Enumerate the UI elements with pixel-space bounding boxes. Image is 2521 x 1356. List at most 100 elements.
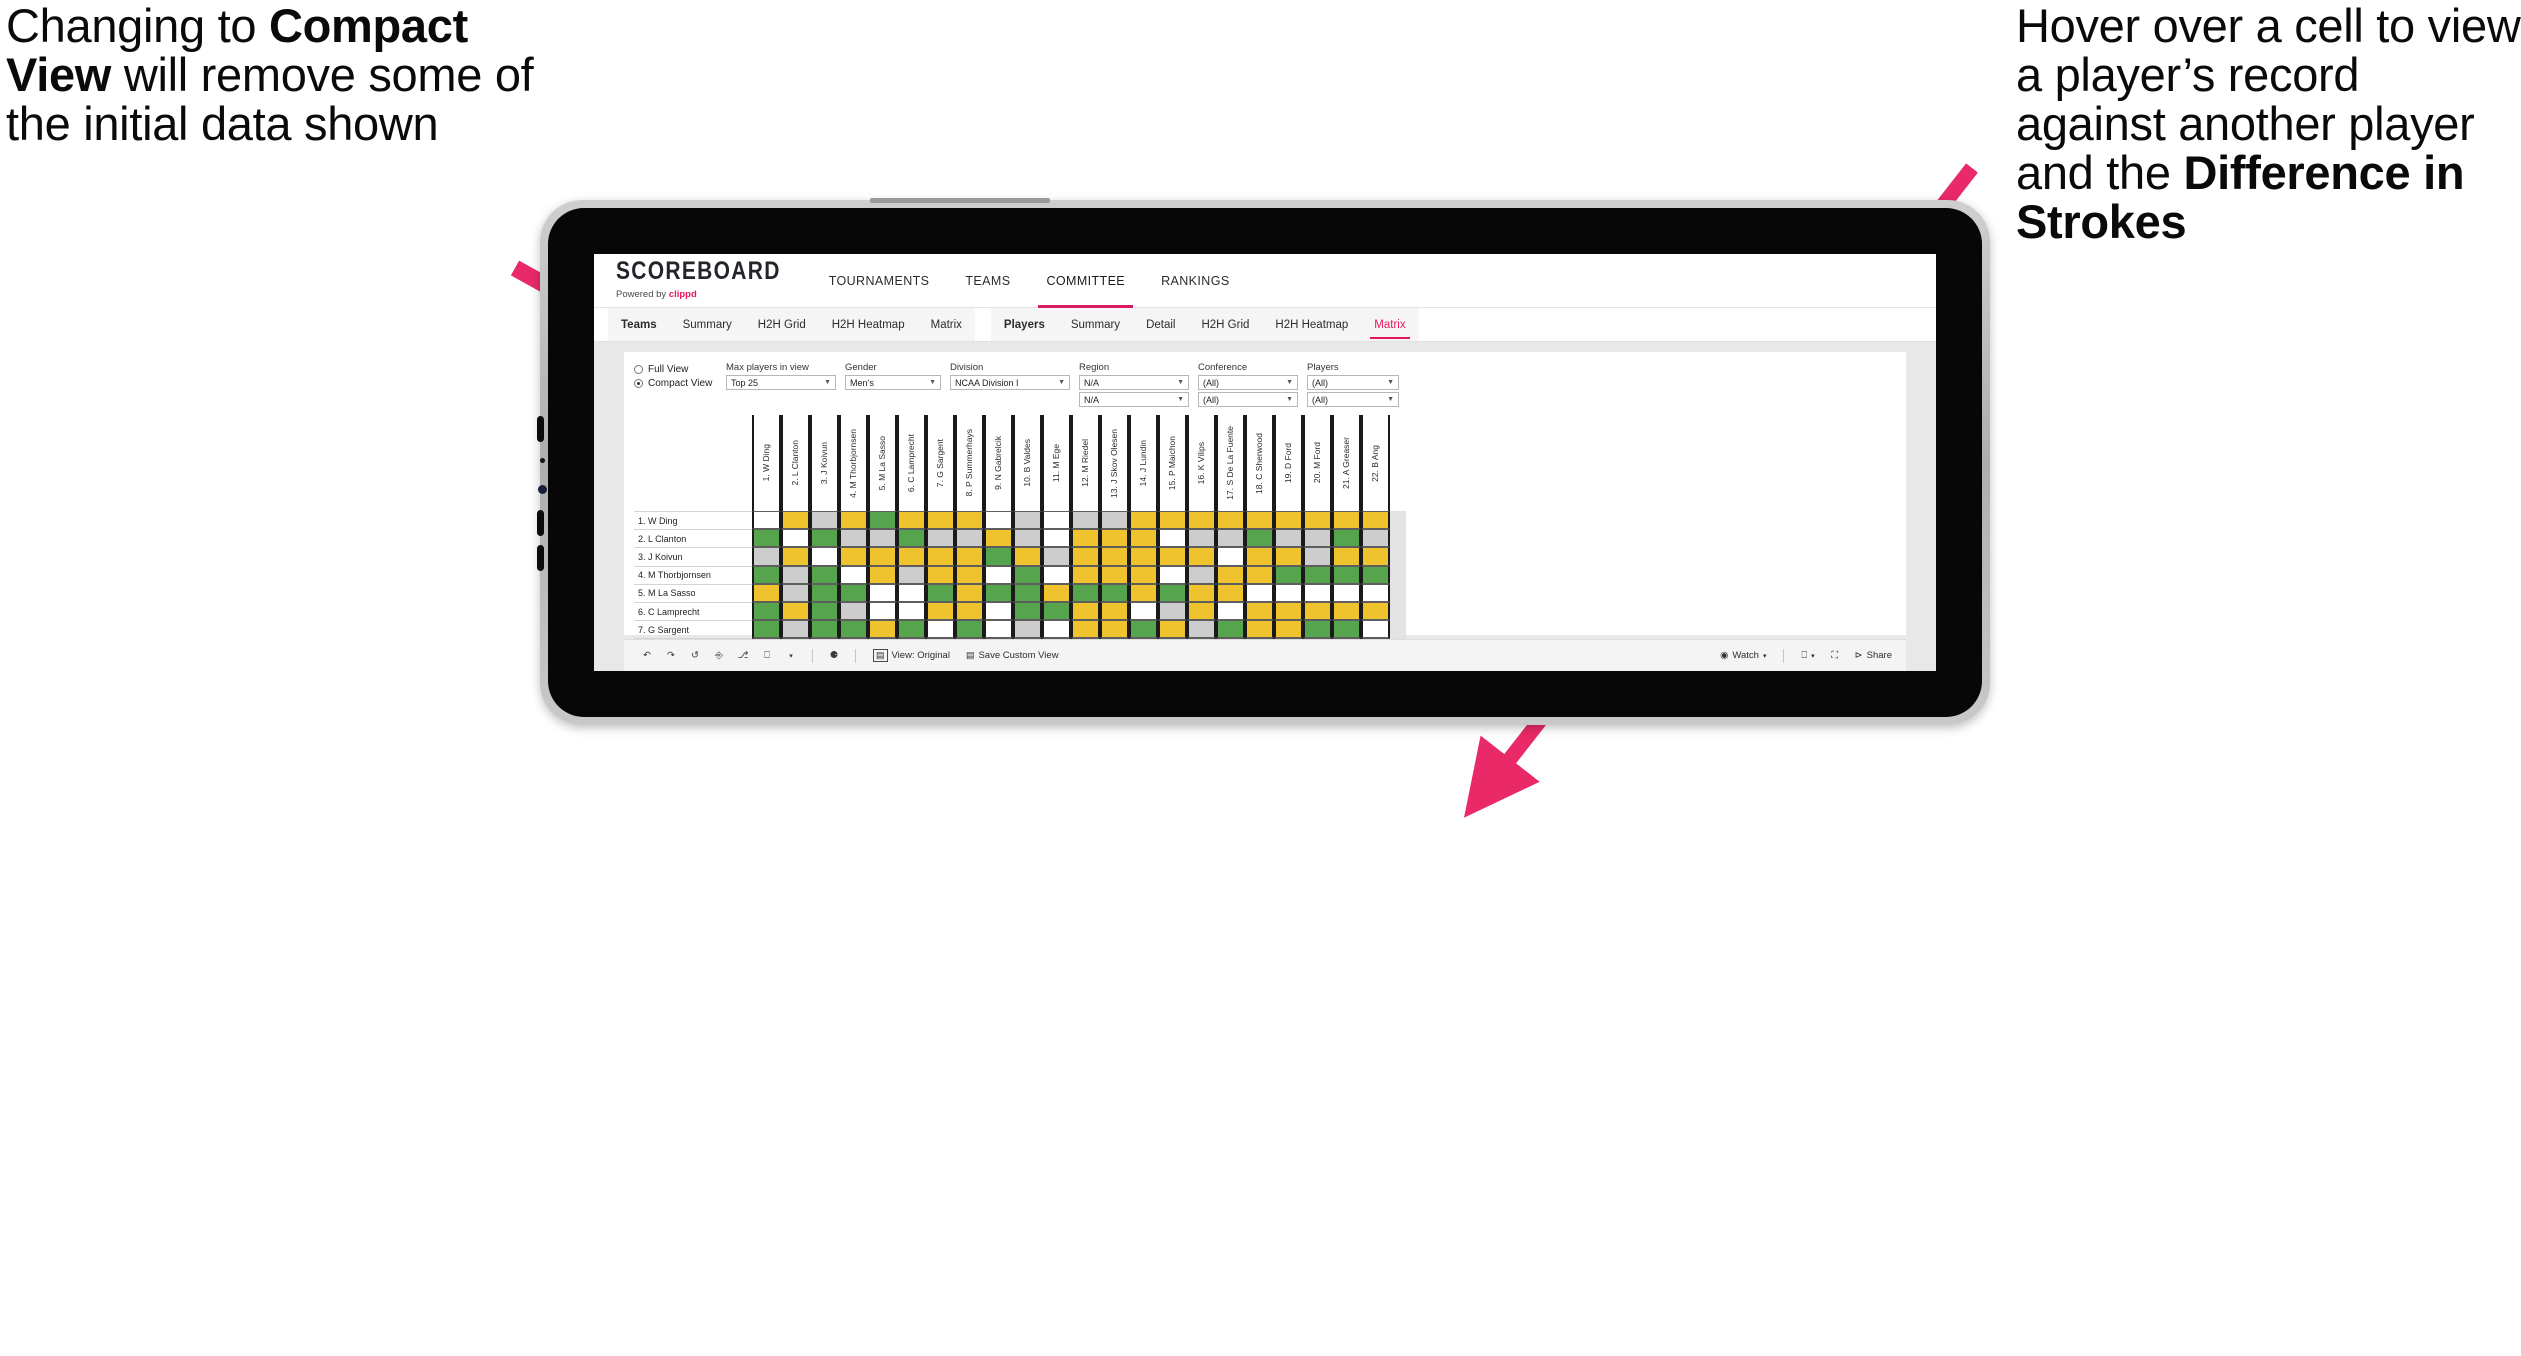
matrix-cell[interactable] [1013, 601, 1042, 621]
brand-logo[interactable]: SCOREBOARD Powered by clippd [616, 259, 781, 300]
matrix-cell[interactable] [810, 620, 839, 639]
matrix-cell[interactable] [781, 601, 810, 621]
matrix-cell[interactable] [1129, 583, 1158, 602]
matrix-cell[interactable] [868, 620, 897, 639]
matrix-cell[interactable] [752, 547, 781, 566]
matrix-cell[interactable] [984, 565, 1013, 584]
view-original-button[interactable]: ▤ View: Original [866, 649, 957, 662]
matrix-cell[interactable] [1100, 620, 1129, 639]
matrix-cell[interactable] [1187, 529, 1216, 548]
undo-icon[interactable]: ↶ [636, 645, 658, 667]
matrix-cell[interactable] [810, 565, 839, 584]
matrix-cell[interactable] [752, 529, 781, 548]
tablet-button-1[interactable] [537, 416, 544, 442]
matrix-cell[interactable] [1361, 620, 1390, 639]
download-button[interactable]: ⎕ ▾ [1794, 650, 1821, 661]
matrix-cell[interactable] [1042, 511, 1071, 530]
matrix-cell[interactable] [868, 601, 897, 621]
matrix-cell[interactable] [781, 583, 810, 602]
matrix-cell[interactable] [897, 547, 926, 566]
fullscreen-icon[interactable]: ⛶ [1824, 645, 1846, 667]
matrix-cell[interactable] [1042, 601, 1071, 621]
tab-h2h-heatmap[interactable]: H2H Heatmap [819, 308, 918, 341]
matrix-cell[interactable] [1129, 601, 1158, 621]
matrix-cell[interactable] [955, 547, 984, 566]
matrix-cell[interactable] [1332, 601, 1361, 621]
matrix-cell[interactable] [868, 547, 897, 566]
matrix-cell[interactable] [1303, 583, 1332, 602]
tab-summary[interactable]: Summary [670, 308, 745, 341]
save-custom-view-button[interactable]: ▤ Save Custom View [959, 650, 1066, 661]
device-icon[interactable]: ⎕ [756, 645, 778, 667]
chevron-down-icon[interactable]: ▼ [1286, 396, 1293, 403]
matrix-cell[interactable] [955, 511, 984, 530]
filter-select[interactable]: (All) ▼ [1307, 375, 1399, 390]
matrix-cell[interactable] [1245, 511, 1274, 530]
matrix-cell[interactable] [1216, 511, 1245, 530]
matrix-cell[interactable] [1187, 583, 1216, 602]
topnav-item-rankings[interactable]: RANKINGS [1143, 254, 1248, 308]
matrix-cell[interactable] [984, 601, 1013, 621]
filter-select[interactable]: Top 25 ▼ [726, 375, 836, 390]
matrix-cell[interactable] [897, 565, 926, 584]
matrix-cell[interactable] [1013, 511, 1042, 530]
matrix-cell[interactable] [1071, 583, 1100, 602]
filter-select[interactable]: NCAA Division I ▼ [950, 375, 1070, 390]
matrix-cell[interactable] [839, 511, 868, 530]
matrix-cell[interactable] [1158, 583, 1187, 602]
matrix-cell[interactable] [1216, 601, 1245, 621]
filter-select[interactable]: N/A ▼ [1079, 375, 1189, 390]
matrix-cell[interactable] [1361, 565, 1390, 584]
tab-h2h-grid[interactable]: H2H Grid [745, 308, 819, 341]
topnav-item-tournaments[interactable]: TOURNAMENTS [811, 254, 948, 308]
matrix-cell[interactable] [1303, 565, 1332, 584]
matrix-cell[interactable] [1361, 511, 1390, 530]
chevron-down-icon[interactable]: ▾ [780, 645, 802, 667]
matrix-cell[interactable] [1013, 565, 1042, 584]
matrix-cell[interactable] [781, 547, 810, 566]
matrix-cell[interactable] [1100, 529, 1129, 548]
tab-players[interactable]: Players [991, 308, 1058, 341]
matrix-cell[interactable] [1216, 565, 1245, 584]
matrix-cell[interactable] [926, 529, 955, 548]
matrix-cell[interactable] [781, 620, 810, 639]
matrix-cell[interactable] [839, 583, 868, 602]
matrix-cell[interactable] [984, 620, 1013, 639]
matrix-cell[interactable] [1187, 620, 1216, 639]
matrix-cell[interactable] [781, 529, 810, 548]
matrix-cell[interactable] [1100, 511, 1129, 530]
matrix-cell[interactable] [1100, 547, 1129, 566]
matrix-cell[interactable] [1187, 565, 1216, 584]
matrix-cell[interactable] [955, 620, 984, 639]
matrix-cell[interactable] [926, 565, 955, 584]
matrix-cell[interactable] [984, 511, 1013, 530]
matrix-cell[interactable] [1071, 511, 1100, 530]
matrix-cell[interactable] [1274, 565, 1303, 584]
matrix-cell[interactable] [1129, 511, 1158, 530]
filter-select[interactable]: N/A ▼ [1079, 392, 1189, 407]
matrix-cell[interactable] [984, 529, 1013, 548]
matrix-cell[interactable] [1100, 583, 1129, 602]
matrix-cell[interactable] [955, 583, 984, 602]
matrix-cell[interactable] [984, 547, 1013, 566]
chevron-down-icon[interactable]: ▼ [1177, 379, 1184, 386]
matrix-cell[interactable] [897, 529, 926, 548]
redo-icon[interactable]: ↷ [660, 645, 682, 667]
radio-icon[interactable] [634, 365, 643, 374]
matrix-cell[interactable] [1245, 620, 1274, 639]
matrix-cell[interactable] [1013, 620, 1042, 639]
refresh-icon[interactable]: ⎆ [708, 645, 730, 667]
matrix-cell[interactable] [1071, 547, 1100, 566]
matrix-cell[interactable] [1216, 620, 1245, 639]
matrix-cell[interactable] [868, 583, 897, 602]
matrix-cell[interactable] [1129, 620, 1158, 639]
filter-select[interactable]: (All) ▼ [1307, 392, 1399, 407]
matrix-cell[interactable] [926, 620, 955, 639]
matrix-cell[interactable] [868, 529, 897, 548]
matrix-cell[interactable] [810, 547, 839, 566]
matrix-cell[interactable] [1274, 529, 1303, 548]
matrix-cell[interactable] [752, 511, 781, 530]
matrix-cell[interactable] [1216, 583, 1245, 602]
matrix-cell[interactable] [839, 529, 868, 548]
matrix-cell[interactable] [1303, 620, 1332, 639]
